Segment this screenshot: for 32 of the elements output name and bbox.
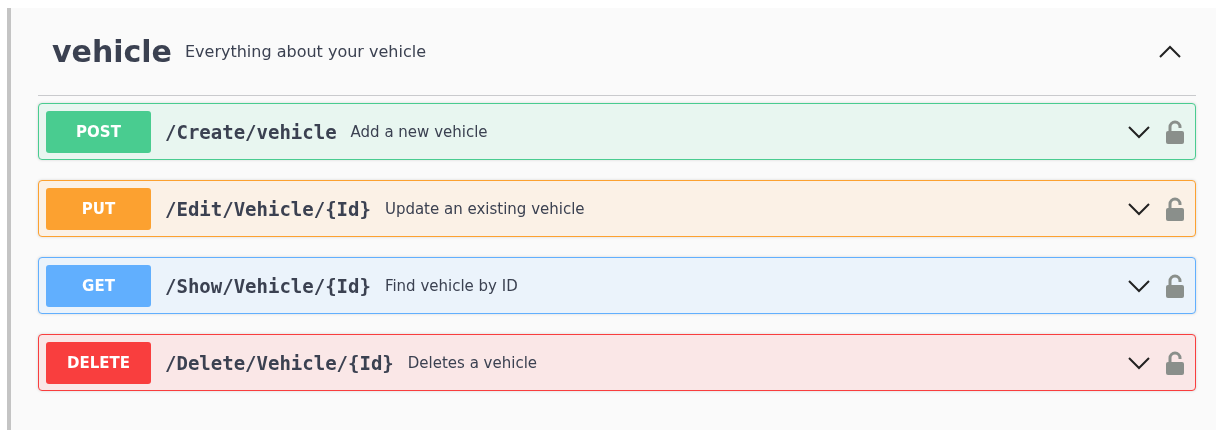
expand-button[interactable] [1127,124,1151,139]
operation-row[interactable]: GET /Show/Vehicle/{Id} Find vehicle by ID [38,257,1196,314]
expand-button[interactable] [1127,201,1151,216]
method-badge: DELETE [46,341,151,384]
chevron-down-icon [1127,278,1151,293]
operation-row[interactable]: PUT /Edit/Vehicle/{Id} Update an existing vehicle [38,180,1196,237]
endpoint-summary: Update an existing vehicle [384,199,586,218]
unlocked-padlock-icon[interactable] [1165,196,1185,221]
operation-row[interactable]: POST /Create/vehicle Add a new vehicle [38,103,1196,160]
endpoint-path: /Show/Vehicle/{Id} [165,274,371,297]
chevron-down-icon [1127,124,1151,139]
method-badge: POST [46,110,151,153]
endpoint-summary: Find vehicle by ID [384,276,519,295]
chevron-up-icon [1158,44,1182,59]
endpoint-path: /Delete/Vehicle/{Id} [165,351,394,374]
section-description: Everything about your vehicle [184,42,427,61]
unlocked-padlock-icon[interactable] [1165,119,1185,144]
chevron-down-icon [1127,201,1151,216]
expand-button[interactable] [1127,355,1151,370]
unlocked-padlock-icon[interactable] [1165,273,1185,298]
method-badge: GET [46,264,151,307]
endpoint-path: /Create/vehicle [165,120,337,143]
chevron-down-icon [1127,355,1151,370]
method-badge: PUT [46,187,151,230]
expand-button[interactable] [1127,278,1151,293]
unlocked-padlock-icon[interactable] [1165,350,1185,375]
endpoint-summary: Add a new vehicle [350,122,489,141]
operation-row[interactable]: DELETE /Delete/Vehicle/{Id} Deletes a vehicle [38,334,1196,391]
endpoint-summary: Deletes a vehicle [407,353,539,372]
collapse-button[interactable] [1158,44,1182,59]
section-title: vehicle [52,34,172,69]
endpoint-path: /Edit/Vehicle/{Id} [165,197,371,220]
